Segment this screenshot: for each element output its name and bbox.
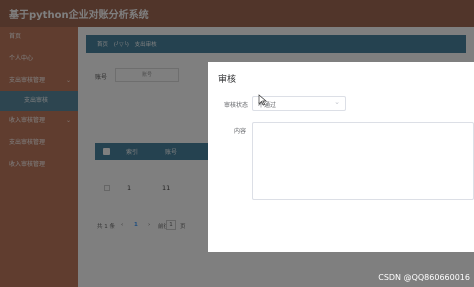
chevron-down-icon: ⌄ xyxy=(334,98,340,106)
watermark: CSDN @QQ860660016 xyxy=(378,273,470,282)
content-textarea[interactable] xyxy=(252,122,474,200)
status-label: 审核状态 xyxy=(224,102,249,109)
audit-dialog: 审核 审核状态 不通过 ⌄ 内容 xyxy=(208,62,474,252)
dialog-title: 审核 xyxy=(218,75,237,85)
mouse-cursor-icon xyxy=(258,94,267,106)
content-label: 内容 xyxy=(234,128,247,135)
